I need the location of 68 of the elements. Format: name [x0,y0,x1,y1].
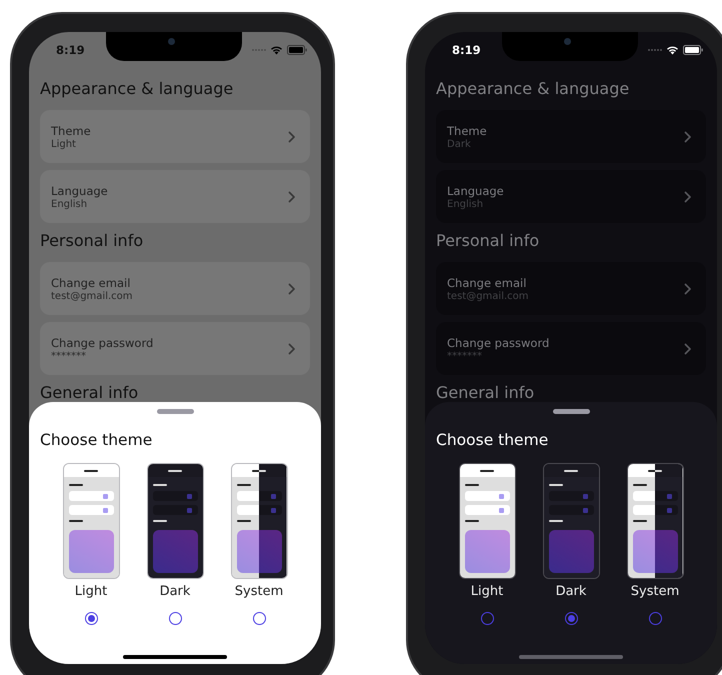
theme-preview-drawing[interactable] [458,463,516,579]
chevron-right-icon [288,130,296,142]
theme-option-label: Dark [160,584,190,599]
settings-row[interactable]: Change email test@gmail.com [436,262,706,315]
battery-icon [287,45,307,55]
row-value: Light [51,138,77,150]
section-heading: Personal info [40,230,144,252]
theme-preview-drawing[interactable] [230,463,288,579]
status-time: 8:19 [56,43,85,57]
section-heading: General info [40,382,140,404]
section-heading: Personal info [436,230,540,252]
radio-button[interactable] [84,612,98,625]
camera-icon [168,38,175,45]
chevron-right-icon [684,282,692,294]
row-label: Theme [447,124,487,138]
radio-button[interactable] [564,612,578,625]
signal-icon [648,48,662,52]
row-label: Language [51,184,108,198]
radio-button[interactable] [252,612,266,625]
theme-option-label: Dark [556,584,586,599]
row-label: Change password [51,336,154,350]
chevron-right-icon [684,342,692,354]
theme-preview-drawing[interactable] [626,463,684,579]
row-label: Change email [51,276,132,290]
row-label: Language [447,184,504,198]
theme-option-label: Light [470,584,504,599]
row-label: Change password [447,336,550,350]
chevron-right-icon [288,190,296,202]
status-time: 8:19 [452,43,481,57]
signal-icon [252,48,266,52]
sheet-title: Choose theme [40,431,154,449]
theme-option-label: Light [74,584,108,599]
sheet-title: Choose theme [436,431,550,449]
chevron-right-icon [288,282,296,294]
row-label: Theme [51,124,91,138]
section-heading: Appearance & language [40,78,234,100]
wifi-icon [666,45,679,55]
radio-button[interactable] [648,612,662,625]
chevron-right-icon [288,342,296,354]
row-value: test@gmail.com [51,290,133,302]
chevron-right-icon [684,130,692,142]
battery-icon [683,45,703,55]
chevron-right-icon [684,190,692,202]
row-value: English [447,198,484,210]
theme-preview-drawing[interactable] [146,463,204,579]
settings-row[interactable]: Theme Light [40,110,310,163]
settings-row[interactable]: Language English [40,170,310,223]
section-heading: General info [436,382,536,404]
radio-button[interactable] [480,612,494,625]
sheet-handle[interactable] [156,409,194,414]
row-value: ******* [447,350,483,362]
settings-row[interactable]: Theme Dark [436,110,706,163]
radio-button[interactable] [168,612,182,625]
row-value: English [51,198,88,210]
theme-option-label: System [630,584,680,599]
camera-icon [564,38,571,45]
sheet-handle[interactable] [552,409,590,414]
wifi-icon [270,45,283,55]
settings-row[interactable]: Language English [436,170,706,223]
row-value: Dark [447,138,472,150]
settings-row[interactable]: Change password ******* [40,322,310,375]
settings-row[interactable]: Change email test@gmail.com [40,262,310,315]
row-value: ******* [51,350,87,362]
theme-option-label: System [234,584,284,599]
row-label: Change email [447,276,528,290]
section-heading: Appearance & language [436,78,630,100]
row-value: test@gmail.com [447,290,529,302]
settings-row[interactable]: Change password ******* [436,322,706,375]
